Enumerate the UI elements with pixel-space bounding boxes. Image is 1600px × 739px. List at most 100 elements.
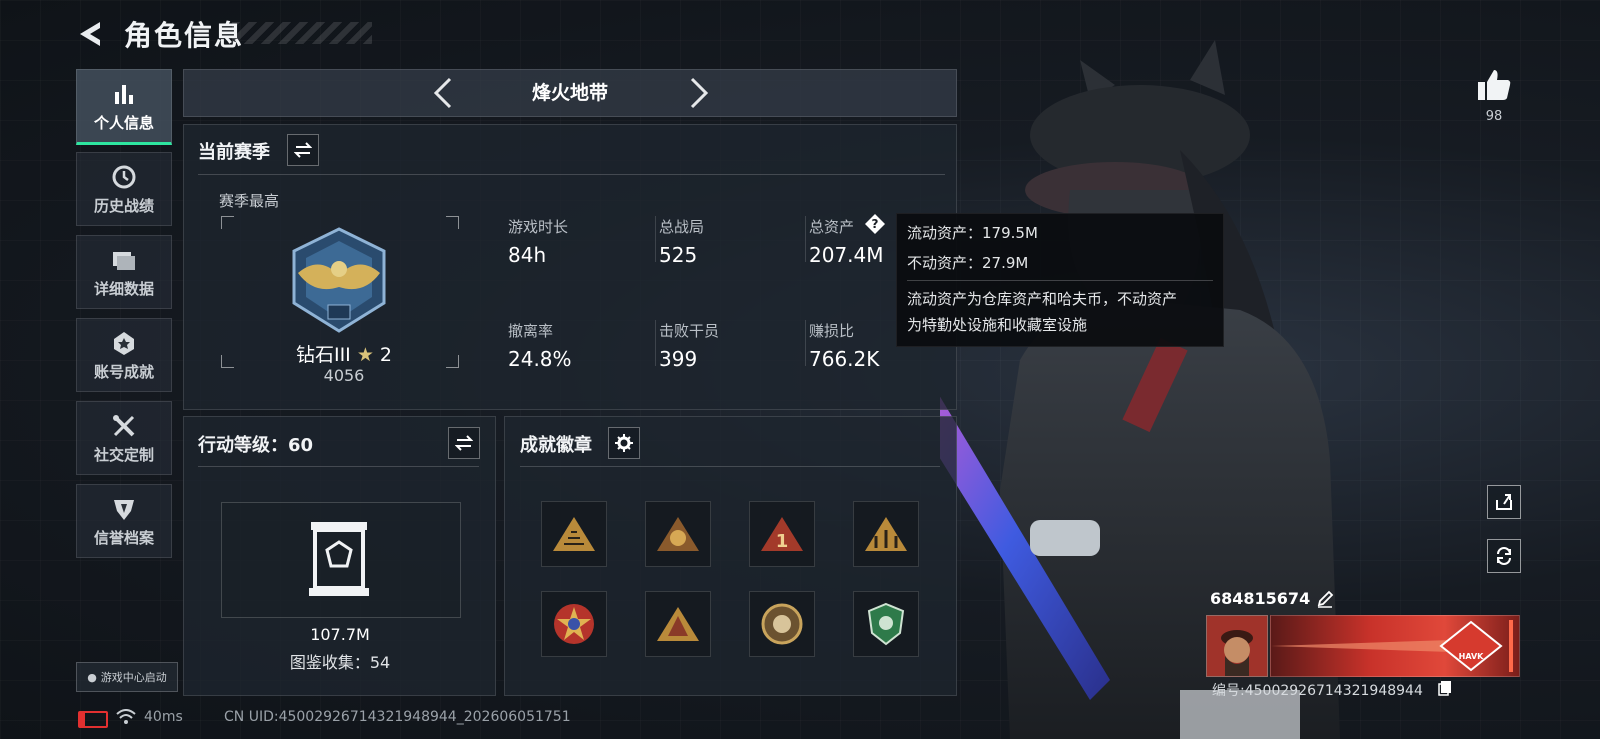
- assets-tooltip: 流动资产：179.5M 不动资产：27.9M 流动资产为仓库资产和哈夫币，不动资…: [896, 213, 1224, 347]
- bar-chart-icon: [115, 84, 133, 104]
- stat-value: 399: [659, 347, 698, 371]
- badge-slot[interactable]: [541, 591, 607, 657]
- rank-points: 4056: [323, 366, 365, 385]
- refresh-button[interactable]: [1487, 539, 1521, 573]
- season-divider: [198, 174, 945, 175]
- share-icon: [1496, 494, 1512, 510]
- badge-slot[interactable]: [749, 591, 815, 657]
- help-icon[interactable]: ?: [864, 213, 886, 235]
- share-button[interactable]: [1487, 485, 1521, 519]
- season-best-label: 赛季最高: [219, 192, 280, 210]
- sidebar-item-history[interactable]: 历史战绩: [76, 152, 172, 226]
- medal-icon: [114, 331, 134, 355]
- swap-icon: [294, 142, 312, 158]
- season-switch-button[interactable]: [287, 134, 319, 166]
- badges-divider: [520, 466, 940, 467]
- sidebar-item-details[interactable]: 详细数据: [76, 235, 172, 309]
- mode-name: 烽火地带: [531, 82, 608, 104]
- edit-pencil-icon[interactable]: [1316, 590, 1334, 608]
- frame-corner: [221, 355, 234, 368]
- triangle-emblem-badge-icon: [657, 517, 699, 551]
- sidebar-item-social[interactable]: 社交定制: [76, 401, 172, 475]
- shield-icon: [114, 499, 134, 520]
- star-icon: ★: [356, 344, 374, 366]
- folder-icon: [113, 251, 135, 270]
- battery-icon: [78, 711, 108, 728]
- tooltip-description: 流动资产为仓库资产和哈夫币，不动资产: [907, 290, 1178, 308]
- stat-value: 24.8%: [508, 347, 572, 371]
- rank-emblem-icon: [292, 227, 386, 333]
- svg-text:1: 1: [776, 531, 789, 552]
- gear-icon: [615, 434, 633, 452]
- sidebar-item-label: 信誉档案: [93, 528, 154, 547]
- sidebar-item-label: 社交定制: [93, 445, 154, 464]
- stat-value: 84h: [508, 243, 547, 267]
- swap-icon: [455, 435, 473, 451]
- clock-icon: [112, 165, 136, 188]
- stat-value: 766.2K: [809, 347, 880, 371]
- collection-cabinet-icon: [309, 522, 369, 596]
- page-title: 角色信息: [124, 19, 245, 52]
- badge-slot[interactable]: [853, 501, 919, 567]
- thumbs-up-icon[interactable]: [1476, 68, 1512, 102]
- wifi-icon: [116, 709, 136, 724]
- prev-mode-arrow-icon[interactable]: [430, 76, 458, 110]
- tooltip-liquid-assets: 流动资产：179.5M: [907, 224, 1038, 242]
- stat-separator: [805, 216, 806, 262]
- sidebar-item-label: 账号成就: [93, 362, 154, 381]
- game-center-launch-button[interactable]: ● 游戏中心启动: [76, 662, 178, 692]
- round-shell-badge-icon: [761, 603, 803, 645]
- tooltip-divider: [907, 280, 1213, 281]
- sidebar-item-credit[interactable]: 信誉档案: [76, 484, 172, 558]
- stat-label: 游戏时长: [508, 218, 569, 236]
- stat-separator: [655, 216, 656, 262]
- collection-value: 107.7M: [310, 625, 370, 644]
- uid-text: CN UID:45002926714321948944_202606051751: [224, 709, 571, 725]
- sidebar-item-achievements[interactable]: 账号成就: [76, 318, 172, 392]
- stat-label: 击败干员: [659, 322, 720, 340]
- badge-slot[interactable]: [645, 501, 711, 567]
- stat-label: 赚损比: [809, 322, 855, 340]
- launch-label: 游戏中心启动: [100, 671, 167, 684]
- tooltip-fixed-assets: 不动资产：27.9M: [907, 254, 1029, 272]
- stat-separator: [805, 320, 806, 366]
- rank-name-row: 钻石III ★ 2: [289, 340, 399, 367]
- number-one-badge-icon: 1: [761, 517, 803, 552]
- rank-name: 钻石III: [295, 344, 351, 366]
- copy-icon[interactable]: [1438, 680, 1452, 696]
- badge-slot[interactable]: [853, 591, 919, 657]
- penguin-icon: ●: [87, 670, 97, 684]
- tools-icon: [113, 414, 135, 436]
- sidebar-item-personal-info[interactable]: 个人信息: [76, 69, 172, 145]
- mountain-badge-icon: [657, 607, 699, 641]
- stat-value: 207.4M: [809, 243, 884, 267]
- collection-count: 图鉴收集：54: [289, 653, 391, 672]
- stat-value: 525: [659, 243, 698, 267]
- next-mode-arrow-icon[interactable]: [684, 76, 712, 110]
- badges-title: 成就徽章: [520, 435, 592, 456]
- stat-label: 总资产: [809, 218, 855, 236]
- tooltip-description: 为特勤处设施和收藏室设施: [907, 316, 1088, 334]
- title-decoration: [232, 22, 372, 44]
- back-arrow-icon[interactable]: [74, 18, 106, 50]
- star-medal-badge-icon: [554, 604, 594, 644]
- frame-corner: [446, 216, 459, 229]
- player-banner[interactable]: HAVK: [1270, 615, 1520, 677]
- player-id: 684815674: [1210, 589, 1311, 608]
- banner-logo-text: HAVK: [1458, 652, 1484, 661]
- action-level-switch-button[interactable]: [448, 427, 480, 459]
- badge-settings-button[interactable]: [608, 427, 640, 459]
- svg-text:?: ?: [872, 217, 879, 231]
- avatar[interactable]: [1206, 615, 1268, 677]
- frame-corner: [446, 355, 459, 368]
- action-divider: [198, 466, 479, 467]
- like-count: 98: [1485, 109, 1503, 124]
- sidebar-item-label: 历史战绩: [93, 196, 154, 215]
- action-level-title: 行动等级：60: [198, 435, 314, 456]
- badge-slot[interactable]: [645, 591, 711, 657]
- season-title: 当前赛季: [198, 142, 270, 163]
- pyramid-badge-icon: [553, 517, 595, 551]
- badge-slot[interactable]: 1: [749, 501, 815, 567]
- badge-slot[interactable]: [541, 501, 607, 567]
- rank-stars: 2: [379, 344, 393, 366]
